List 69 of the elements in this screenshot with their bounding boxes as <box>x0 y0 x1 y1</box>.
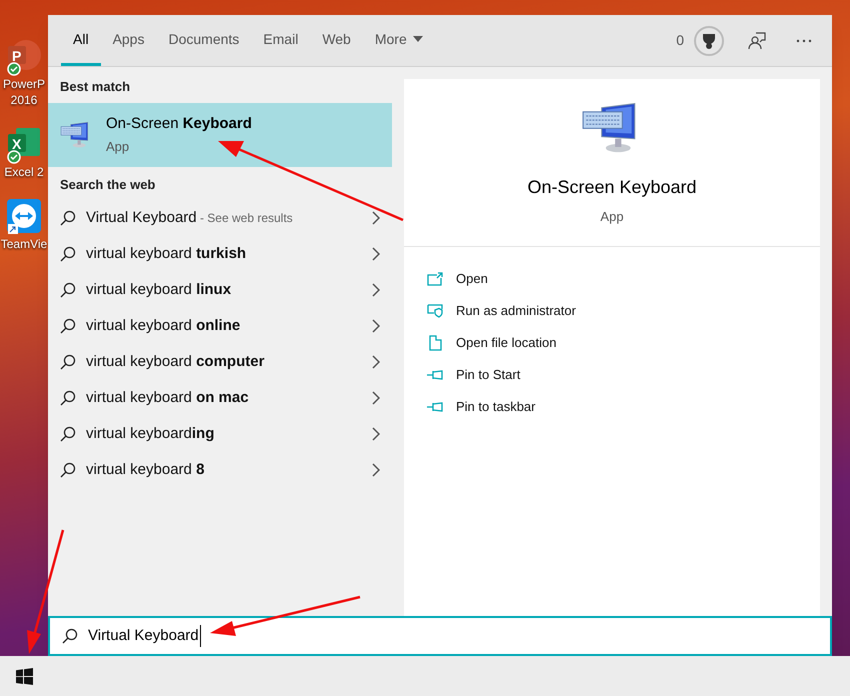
preview-type: App <box>600 208 624 226</box>
result-text: virtual keyboard computer <box>86 352 266 372</box>
folder-icon <box>428 335 442 352</box>
search-value: Virtual Keyboard <box>88 624 201 648</box>
search-icon <box>60 318 76 334</box>
shield-icon <box>427 304 443 318</box>
chevron-right-icon[interactable] <box>372 355 380 369</box>
filter-tab[interactable]: Web <box>310 15 363 66</box>
open-window-icon <box>427 272 443 286</box>
chevron-right-icon[interactable] <box>372 319 380 333</box>
web-result-item[interactable]: virtual keyboard turkish <box>48 236 392 272</box>
search-icon <box>60 210 76 226</box>
trophy-icon <box>702 32 716 48</box>
chevron-right-icon[interactable] <box>372 211 380 225</box>
chevron-right-icon[interactable] <box>372 283 380 297</box>
result-text: virtual keyboard turkish <box>86 244 248 264</box>
desktop-icon-label: Excel 2 <box>4 164 44 180</box>
section-heading: Best match <box>59 78 132 96</box>
action-item[interactable]: Run as administrator <box>426 295 798 328</box>
search-icon <box>60 246 76 262</box>
action-item[interactable]: Open <box>426 263 798 296</box>
search-icon <box>60 426 76 442</box>
chevron-right-icon[interactable] <box>372 463 380 477</box>
pin-icon <box>426 370 444 380</box>
result-text: virtual keyboard 8 <box>86 460 206 480</box>
result-text: virtual keyboarding <box>86 424 216 444</box>
result-text: virtual keyboard linux <box>86 280 232 300</box>
web-result-item[interactable]: virtual keyboard online <box>48 308 392 344</box>
chevron-right-icon[interactable] <box>372 247 380 261</box>
chevron-right-icon[interactable] <box>372 427 380 441</box>
windows-start-icon[interactable] <box>16 668 33 684</box>
search-icon <box>60 354 76 370</box>
web-result-item[interactable]: virtual keyboarding <box>48 416 392 452</box>
rewards-count: 0 <box>676 31 684 50</box>
search-icon <box>60 462 76 478</box>
section-heading: Search the web <box>59 176 156 194</box>
filter-tab[interactable]: Email <box>251 15 310 66</box>
search-icon <box>60 282 76 298</box>
desktop-icon-label: PowerP <box>2 76 46 92</box>
search-icon <box>60 390 76 406</box>
action-item[interactable]: Pin to taskbar <box>426 391 798 424</box>
result-text: virtual keyboard on mac <box>86 388 250 408</box>
best-match-type: App <box>106 138 130 156</box>
pin-icon <box>426 402 444 412</box>
more-options-icon[interactable] <box>796 38 812 42</box>
web-result-item[interactable]: virtual keyboard computer <box>48 344 392 380</box>
filter-tab[interactable]: More <box>362 15 435 66</box>
chevron-right-icon[interactable] <box>372 391 380 405</box>
filter-tab[interactable]: Apps <box>100 15 156 66</box>
desktop-icon-label: 2016 <box>10 92 38 108</box>
best-match-item[interactable]: On-Screen Keyboard App <box>48 102 392 166</box>
filter-tab[interactable]: All <box>61 15 101 66</box>
search-icon <box>62 628 78 644</box>
web-result-item[interactable]: virtual keyboard 8 <box>48 452 392 488</box>
desktop-icon-label: TeamVie <box>0 236 48 252</box>
remote-app-icon <box>6 198 42 236</box>
feedback-icon[interactable] <box>748 32 766 50</box>
preview-title: On-Screen Keyboard <box>527 176 697 199</box>
trophy-button[interactable] <box>694 26 724 56</box>
action-item[interactable]: Open file location <box>426 327 798 360</box>
search-field[interactable]: Virtual Keyboard <box>48 616 832 656</box>
result-text: virtual keyboard online <box>86 316 242 336</box>
action-item[interactable]: Pin to Start <box>426 359 798 392</box>
web-result-item[interactable]: virtual keyboard linux <box>48 272 392 308</box>
filter-tab[interactable]: Documents <box>156 15 252 66</box>
web-result-item[interactable]: virtual keyboard on mac <box>48 380 392 416</box>
result-text: Virtual Keyboard - See web results <box>86 208 294 228</box>
web-result-item[interactable]: Virtual Keyboard - See web results <box>48 200 392 236</box>
best-match-title: On-Screen Keyboard <box>106 114 252 134</box>
